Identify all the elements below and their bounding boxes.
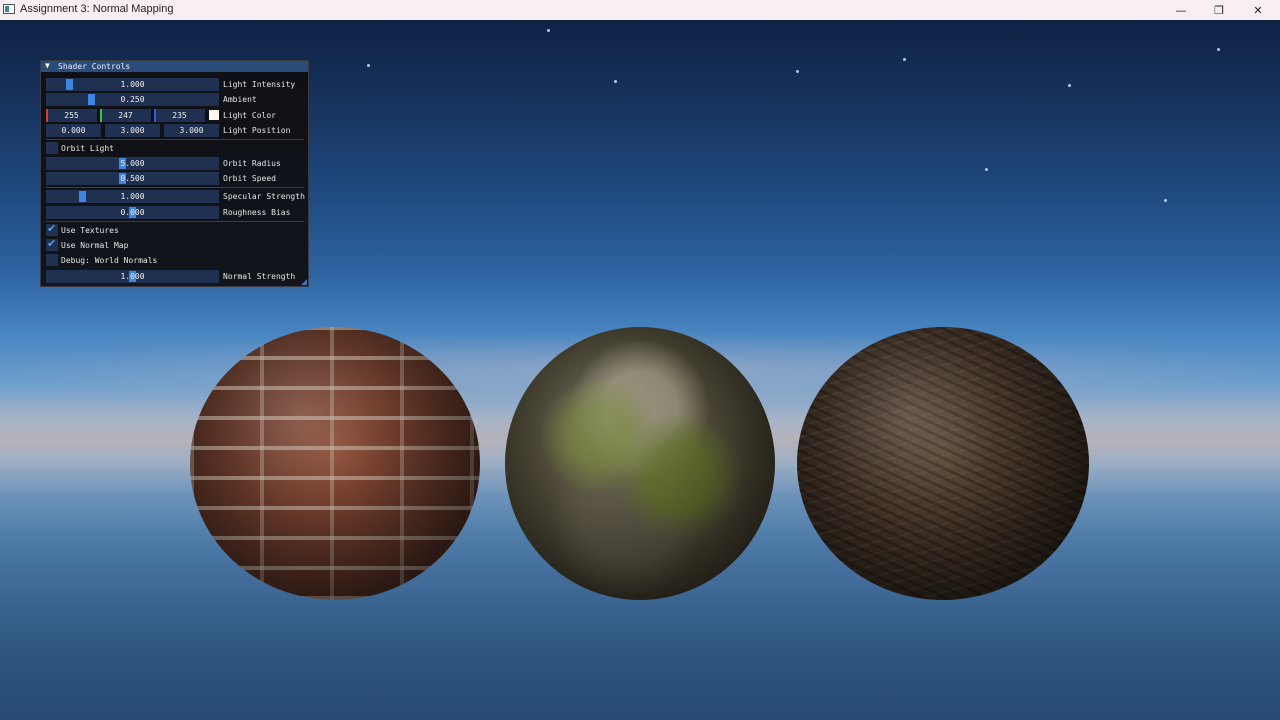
roughness-bias-label: Roughness Bias [223, 208, 291, 217]
light-color-r-field[interactable]: 255 [46, 109, 97, 122]
star [614, 80, 617, 83]
slider-value: 1.000 [120, 272, 145, 281]
panel-title: Shader Controls [58, 62, 131, 71]
window-title: Assignment 3: Normal Mapping [20, 3, 174, 15]
star [367, 64, 370, 67]
close-button[interactable]: ✕ [1238, 0, 1278, 20]
light-color-b-field[interactable]: 235 [154, 109, 205, 122]
orbit-radius-row: 5.000 Orbit Radius [41, 157, 308, 170]
normal-strength-slider[interactable]: 1.000 [46, 270, 219, 283]
field-value: 255 [64, 111, 79, 120]
star [796, 70, 799, 73]
light-color-g-field[interactable]: 247 [100, 109, 151, 122]
field-value: 3.000 [120, 126, 145, 135]
slider-value: 0.000 [120, 208, 145, 217]
debug-world-normals-row: Debug: World Normals [41, 254, 308, 267]
slider-value: 1.000 [120, 192, 145, 201]
field-value: 247 [118, 111, 133, 120]
slider-value: 0.250 [120, 95, 145, 104]
separator [46, 139, 304, 140]
resize-grip[interactable] [301, 279, 307, 285]
field-value: 3.000 [179, 126, 204, 135]
specular-strength-label: Specular Strength [223, 192, 305, 201]
orbit-light-row: Orbit Light [41, 142, 308, 155]
specular-strength-slider[interactable]: 1.000 [46, 190, 219, 203]
use-normal-map-row: ✔ Use Normal Map [41, 237, 308, 252]
use-normal-map-label: Use Normal Map [61, 241, 129, 250]
orbit-light-label: Orbit Light [61, 144, 114, 153]
orbit-speed-label: Orbit Speed [223, 174, 276, 183]
light-position-row: 0.000 3.000 3.000 Light Position [41, 124, 308, 137]
light-position-label: Light Position [223, 126, 291, 135]
light-color-swatch[interactable] [209, 110, 219, 120]
collapse-arrow-icon[interactable]: ▼ [45, 61, 50, 70]
slider-value: 1.000 [120, 80, 145, 89]
normal-strength-label: Normal Strength [223, 272, 296, 281]
shader-controls-panel: ▼ Shader Controls 1.000 Light Intensity … [40, 60, 309, 287]
ambient-label: Ambient [223, 95, 257, 104]
panel-header[interactable]: ▼ Shader Controls [41, 61, 308, 72]
ambient-slider[interactable]: 0.250 [46, 93, 219, 106]
brick-sphere [190, 327, 480, 600]
minimize-button[interactable]: — [1161, 0, 1201, 20]
roughness-bias-row: 0.000 Roughness Bias [41, 206, 308, 219]
light-color-label: Light Color [223, 111, 276, 120]
ambient-row: 0.250 Ambient [41, 93, 308, 106]
slider-value: 0.500 [120, 174, 145, 183]
app-icon [3, 4, 15, 14]
separator [46, 187, 304, 188]
light-intensity-slider[interactable]: 1.000 [46, 78, 219, 91]
separator [46, 221, 304, 222]
orbit-light-checkbox[interactable] [46, 142, 58, 154]
light-intensity-row: 1.000 Light Intensity [41, 78, 308, 91]
use-normal-map-checkbox[interactable]: ✔ [46, 237, 58, 251]
orbit-radius-slider[interactable]: 5.000 [46, 157, 219, 170]
light-position-y-field[interactable]: 3.000 [105, 124, 160, 137]
light-intensity-label: Light Intensity [223, 80, 296, 89]
star [1217, 48, 1220, 51]
star [903, 58, 906, 61]
orbit-radius-label: Orbit Radius [223, 159, 281, 168]
specular-strength-row: 1.000 Specular Strength [41, 190, 308, 203]
field-value: 0.000 [61, 126, 86, 135]
check-icon: ✔ [47, 237, 57, 250]
window-titlebar: Assignment 3: Normal Mapping — ❐ ✕ [0, 0, 1280, 20]
mossy-rock-sphere [505, 327, 775, 600]
orbit-speed-slider[interactable]: 0.500 [46, 172, 219, 185]
star [1164, 199, 1167, 202]
light-position-x-field[interactable]: 0.000 [46, 124, 101, 137]
check-icon: ✔ [47, 222, 57, 235]
use-textures-row: ✔ Use Textures [41, 222, 308, 237]
use-textures-label: Use Textures [61, 226, 119, 235]
light-position-z-field[interactable]: 3.000 [164, 124, 219, 137]
debug-world-normals-checkbox[interactable] [46, 254, 58, 266]
normal-strength-row: 1.000 Normal Strength [41, 270, 308, 283]
light-color-row: 255 247 235 Light Color [41, 109, 308, 122]
roughness-bias-slider[interactable]: 0.000 [46, 206, 219, 219]
star [985, 168, 988, 171]
use-textures-checkbox[interactable]: ✔ [46, 222, 58, 236]
orbit-speed-row: 0.500 Orbit Speed [41, 172, 308, 185]
restore-button[interactable]: ❐ [1199, 0, 1239, 20]
field-value: 235 [172, 111, 187, 120]
debug-world-normals-label: Debug: World Normals [61, 256, 158, 265]
star [1068, 84, 1071, 87]
bark-sphere [797, 327, 1089, 600]
slider-value: 5.000 [120, 159, 145, 168]
star [547, 29, 550, 32]
